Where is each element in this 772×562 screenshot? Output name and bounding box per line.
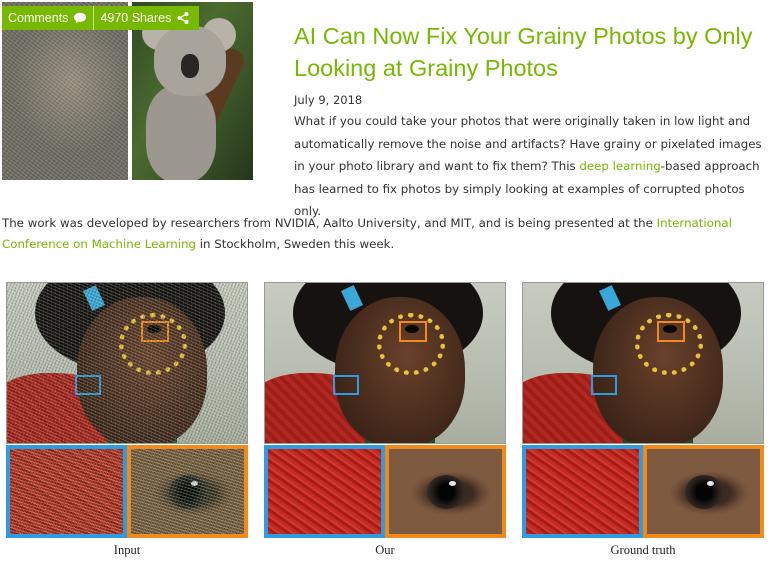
eye-crop-input <box>127 445 248 538</box>
hero-thumbnail[interactable]: Comments 4970 Shares <box>2 2 253 180</box>
shares-button[interactable]: 4970 Shares <box>94 6 196 30</box>
eye-crop-ground-truth <box>643 445 764 538</box>
figure-panel-ground-truth <box>522 282 764 541</box>
shares-label: 4970 Shares <box>100 11 172 25</box>
comments-shares-bar: Comments 4970 Shares <box>2 6 199 30</box>
blue-crop-marker <box>333 375 359 395</box>
article-title[interactable]: AI Can Now Fix Your Grainy Photos by Onl… <box>294 20 764 84</box>
body-text-end: in Stockholm, Sweden this week. <box>195 237 395 251</box>
blue-crop-marker <box>591 375 617 395</box>
article-intro: What if you could take your photos that … <box>294 110 769 223</box>
bar-divider <box>93 6 95 30</box>
deep-learning-link[interactable]: deep learning <box>579 159 660 173</box>
eye-crop-our <box>385 445 506 538</box>
portrait-ground-truth-image <box>522 282 764 444</box>
caption-our: Our <box>375 543 395 557</box>
sweater-crop-input <box>6 445 127 538</box>
caption-ground-truth: Ground truth <box>610 543 676 557</box>
caption-input: Input <box>113 543 141 557</box>
comments-label: Comments <box>8 11 69 25</box>
share-icon <box>177 12 189 24</box>
article-date: July 9, 2018 <box>294 93 363 107</box>
portrait-our-image <box>264 282 506 444</box>
sweater-crop-our <box>264 445 385 538</box>
sweater-crop-ground-truth <box>522 445 643 538</box>
speech-bubble-icon <box>74 12 87 24</box>
body-text: The work was developed by researchers fr… <box>2 216 657 230</box>
orange-crop-marker <box>657 321 685 342</box>
portrait-input-image <box>6 282 248 444</box>
article-body-paragraph: The work was developed by researchers fr… <box>2 213 770 255</box>
comments-button[interactable]: Comments <box>2 6 93 30</box>
orange-crop-marker <box>399 321 427 342</box>
figure-panel-input <box>6 282 248 541</box>
figure-panel-our <box>264 282 506 541</box>
